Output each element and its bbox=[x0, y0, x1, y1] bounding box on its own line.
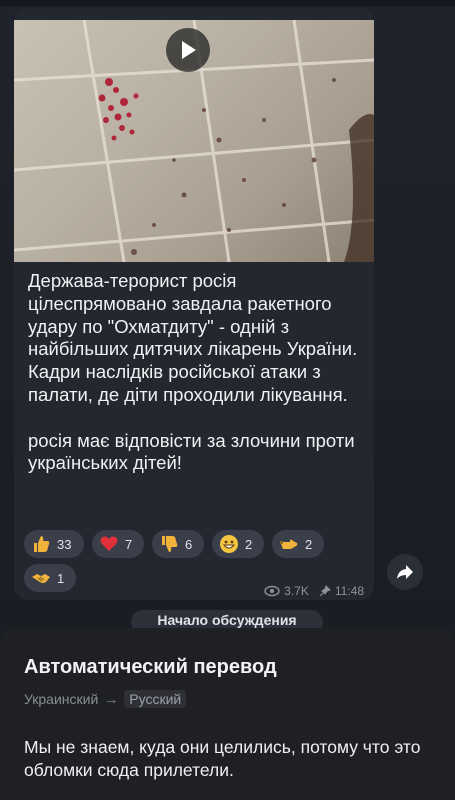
share-button[interactable] bbox=[387, 554, 423, 590]
pointing-hand-icon bbox=[278, 533, 300, 555]
reaction-count: 1 bbox=[57, 570, 65, 586]
handshake-icon bbox=[30, 567, 52, 589]
translated-text: Мы не знаем, куда они целились, потому ч… bbox=[24, 737, 421, 780]
reaction-count: 33 bbox=[57, 536, 72, 552]
pin-icon bbox=[319, 585, 331, 597]
reaction-thumbs-down[interactable]: 6 bbox=[152, 530, 204, 558]
share-arrow-icon bbox=[397, 565, 413, 579]
play-icon bbox=[182, 41, 196, 59]
language-selector-row: Украинский → Русский bbox=[24, 690, 187, 708]
message-text: Держава-терорист росія цілеспрямовано за… bbox=[28, 270, 358, 474]
sheet-title: Автоматический перевод bbox=[24, 656, 277, 678]
previous-message-edge bbox=[0, 0, 455, 6]
reaction-pointing-hand[interactable]: 2 bbox=[272, 530, 324, 558]
red-heart-icon bbox=[98, 533, 120, 555]
reaction-count: 6 bbox=[185, 536, 193, 552]
reaction-handshake[interactable]: 1 bbox=[24, 564, 76, 592]
translation-sheet: Автоматический перевод Украинский → Русс… bbox=[0, 628, 455, 800]
reaction-red-heart[interactable]: 7 bbox=[92, 530, 144, 558]
thumbs-down-icon bbox=[158, 533, 180, 555]
play-button[interactable] bbox=[166, 28, 210, 72]
post-meta: 3.7K 11:48 bbox=[264, 584, 364, 598]
eye-icon bbox=[264, 585, 280, 597]
reaction-grinning-face[interactable]: 2 bbox=[212, 530, 264, 558]
source-language: Украинский bbox=[24, 691, 99, 707]
reaction-count: 7 bbox=[125, 536, 133, 552]
reaction-count: 2 bbox=[305, 536, 313, 552]
reaction-count: 2 bbox=[245, 536, 253, 552]
language-arrow: → bbox=[104, 691, 119, 707]
reaction-thumbs-up[interactable]: 33 bbox=[24, 530, 84, 558]
channel-post-bubble[interactable]: Держава-терорист росія цілеспрямовано за… bbox=[14, 8, 374, 600]
thumbs-up-icon bbox=[30, 533, 52, 555]
grinning-face-icon bbox=[218, 533, 240, 555]
views-count: 3.7K bbox=[284, 584, 309, 598]
post-time: 11:48 bbox=[334, 584, 364, 598]
target-language-button[interactable]: Русский bbox=[124, 690, 187, 708]
video-preview[interactable] bbox=[14, 20, 374, 262]
